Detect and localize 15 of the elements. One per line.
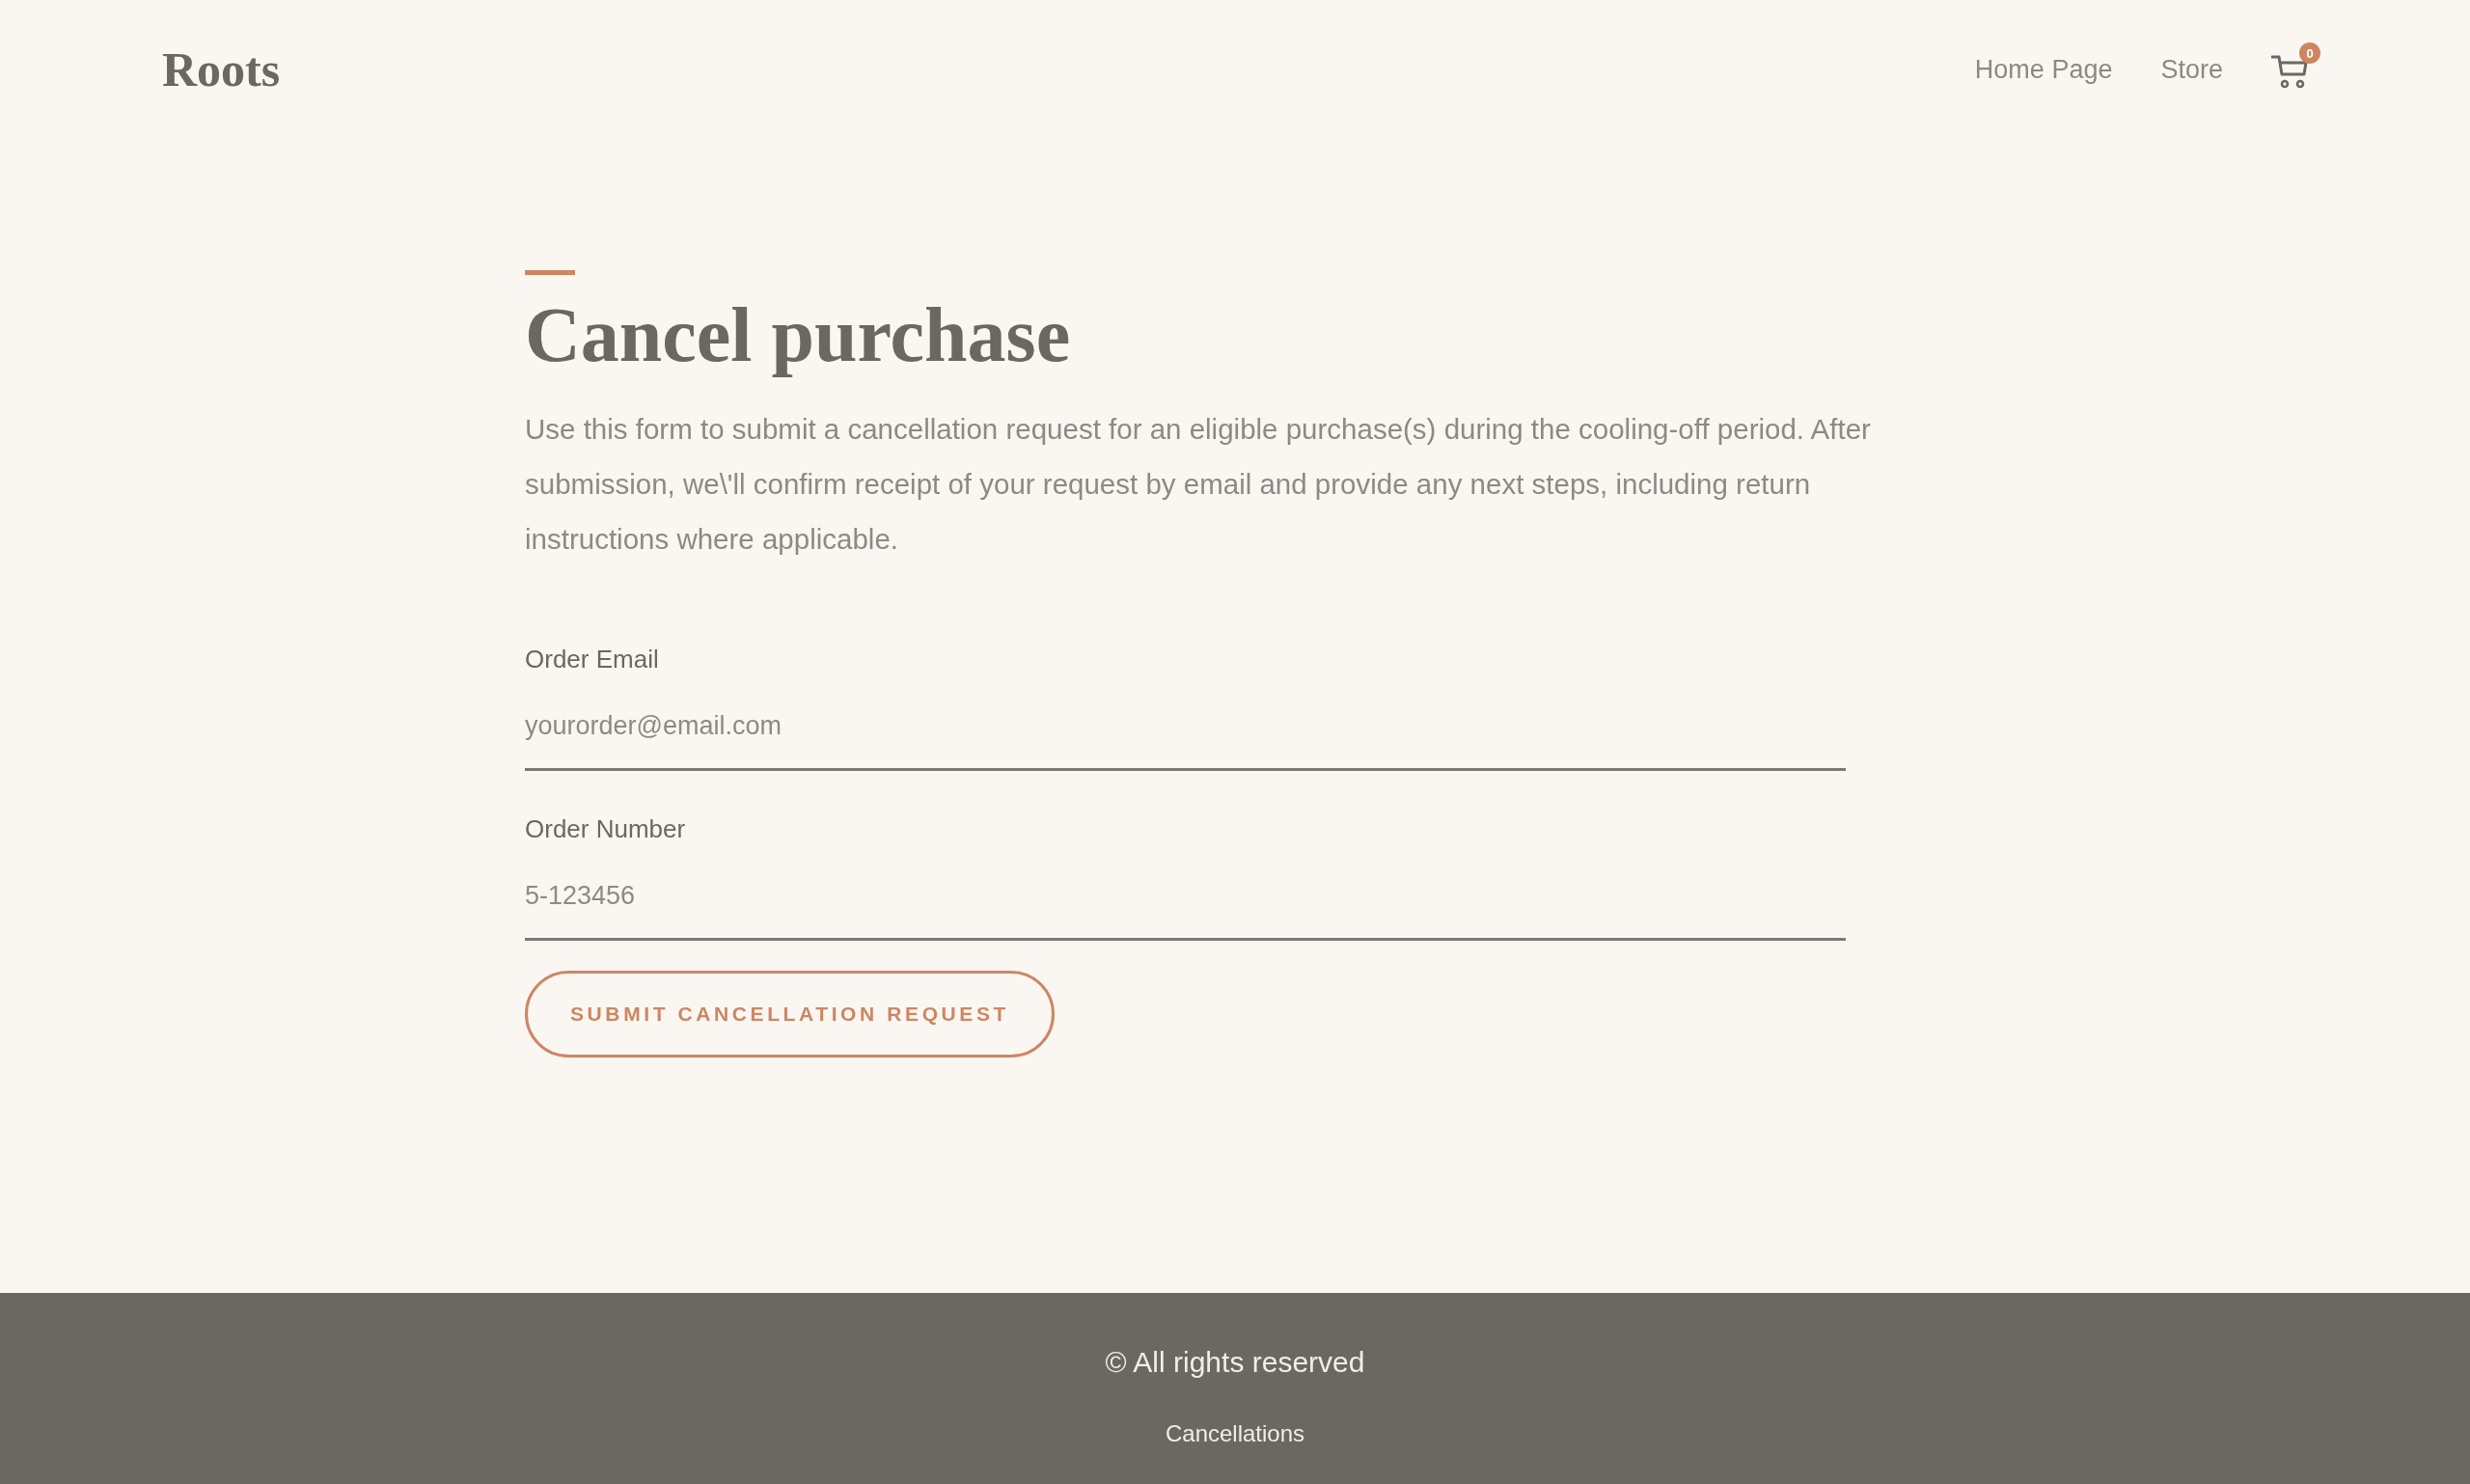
- intro-paragraph: Use this form to submit a cancellation request for an eligible purchase(s) during the cooling-off period. After submission, we\'ll confirm receipt of your request by email and provide any next steps, including return instructions where applicable.: [525, 412, 1872, 557]
- logo[interactable]: Roots: [162, 45, 281, 94]
- nav-link[interactable]: Home Page: [1974, 53, 2113, 86]
- nav-link[interactable]: Store: [2160, 53, 2223, 86]
- page-title: Cancel purchase: [525, 291, 1071, 379]
- copyright-text: © All rights reserved: [1105, 1345, 1365, 1380]
- footer-link[interactable]: Cancellations: [1165, 1418, 1305, 1449]
- accent-bar: [525, 270, 575, 275]
- input-field[interactable]: yourorder@email.com: [525, 684, 1846, 771]
- cart-count-badge: 0: [2299, 42, 2320, 64]
- field-label: Order Number: [525, 813, 687, 845]
- input-field[interactable]: 5-123456: [525, 854, 1846, 941]
- cart-icon[interactable]: [2271, 54, 2308, 89]
- submit-button[interactable]: SUBMIT CANCELLATION REQUEST: [525, 971, 1055, 1058]
- field-label: Order Email: [525, 644, 660, 675]
